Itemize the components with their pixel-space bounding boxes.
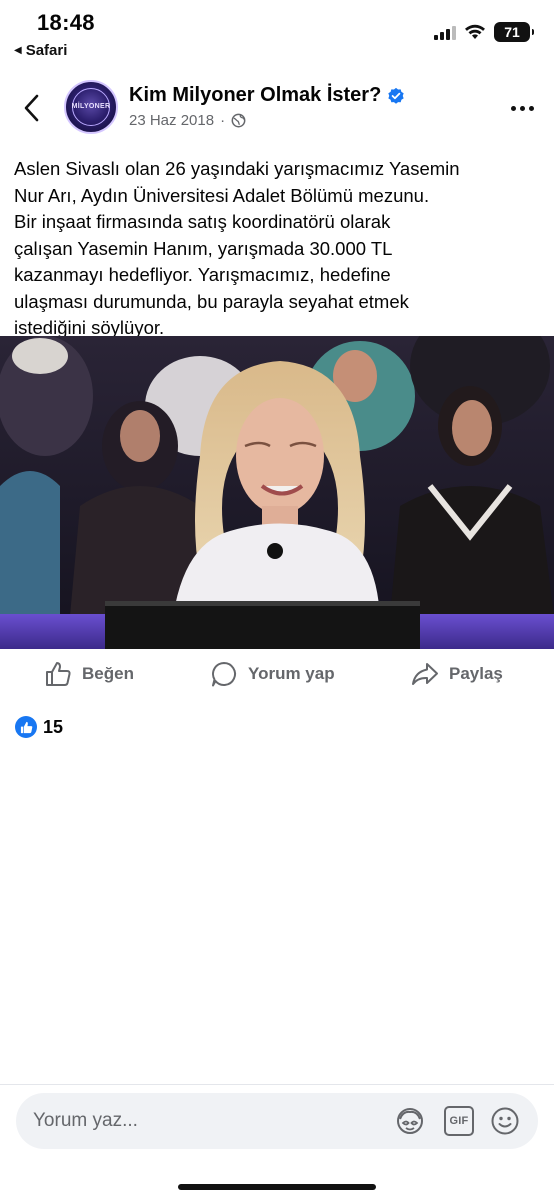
emoji-icon[interactable] xyxy=(490,1106,520,1136)
avatar-logo-text: MİLYONER xyxy=(71,103,111,110)
page-name[interactable]: Kim Milyoner Olmak İster? xyxy=(129,84,381,107)
status-bar: 18:48 ◀ Safari 71 xyxy=(0,0,554,66)
comment-bubble-icon xyxy=(212,662,236,687)
page-name-row[interactable]: Kim Milyoner Olmak İster? xyxy=(129,84,405,107)
comment-label: Yorum yap xyxy=(248,664,335,683)
reactions-summary[interactable]: 15 xyxy=(15,716,63,738)
comment-button[interactable]: Yorum yap xyxy=(210,660,335,688)
gif-icon[interactable]: GIF xyxy=(444,1106,474,1136)
post-meta: 23 Haz 2018 · xyxy=(129,112,246,129)
status-time: 18:48 xyxy=(37,10,95,35)
like-button[interactable]: Beğen xyxy=(44,660,134,688)
globe-icon xyxy=(231,113,246,128)
comment-placeholder: Yorum yaz... xyxy=(33,1110,138,1131)
share-label: Paylaş xyxy=(449,664,503,683)
like-label: Beğen xyxy=(82,664,134,683)
wifi-icon xyxy=(465,24,485,39)
avatar-sticker-icon[interactable] xyxy=(395,1106,425,1136)
share-button[interactable]: Paylaş xyxy=(411,660,503,688)
post-photo[interactable] xyxy=(0,336,554,649)
back-chevron-icon[interactable] xyxy=(20,92,44,124)
post-header: MİLYONER Kim Milyoner Olmak İster? 23 Ha… xyxy=(0,74,554,144)
verified-badge-icon xyxy=(388,87,404,104)
post-actions: Beğen Yorum yap Paylaş xyxy=(0,660,554,694)
like-reaction-icon xyxy=(15,716,37,738)
signal-icon xyxy=(434,24,456,40)
page-avatar[interactable]: MİLYONER xyxy=(64,80,118,134)
back-triangle-icon: ◀ xyxy=(14,45,22,56)
battery-icon: 71 xyxy=(494,22,534,42)
more-options-icon[interactable] xyxy=(511,106,534,111)
gif-label: GIF xyxy=(449,1115,469,1127)
back-to-safari-link[interactable]: ◀ Safari xyxy=(14,42,67,59)
status-icons: 71 xyxy=(434,22,534,42)
contestant-photo xyxy=(0,336,554,649)
comment-input[interactable]: Yorum yaz... GIF xyxy=(16,1093,538,1149)
reaction-count: 15 xyxy=(43,716,64,737)
thumbs-up-icon xyxy=(46,662,71,686)
comment-bar: Yorum yaz... GIF xyxy=(0,1084,554,1200)
home-indicator xyxy=(178,1184,376,1190)
back-app-label: Safari xyxy=(25,42,68,59)
battery-level: 71 xyxy=(504,24,520,40)
share-arrow-icon xyxy=(412,663,438,685)
post-date[interactable]: 23 Haz 2018 xyxy=(129,112,214,129)
post-caption: Aslen Sivaslı olan 26 yaşındaki yarışmac… xyxy=(14,158,460,338)
